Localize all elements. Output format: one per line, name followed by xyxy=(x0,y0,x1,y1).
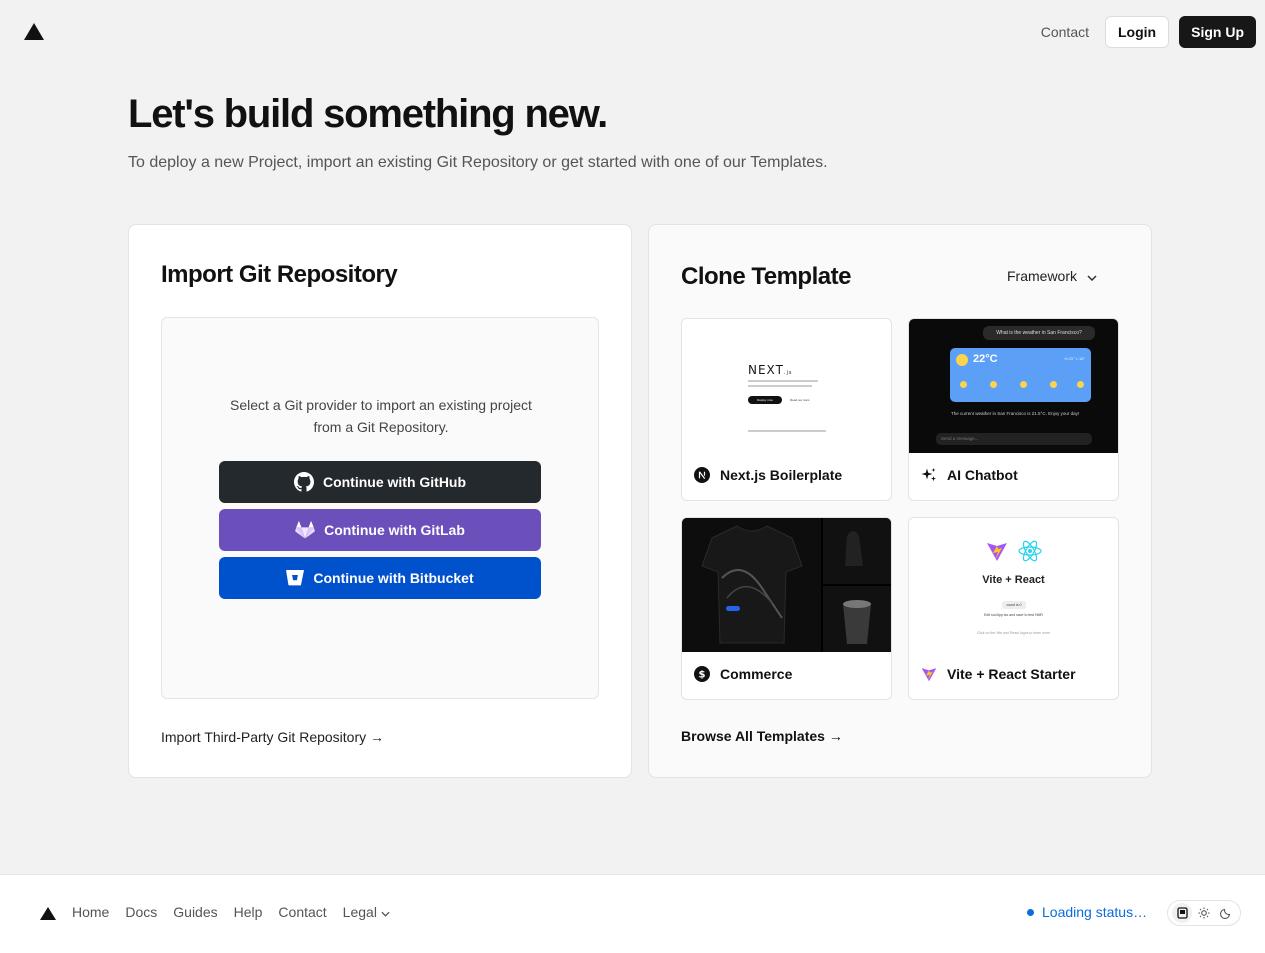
preview-weather-widget: 22°C H:23° L:18° xyxy=(950,348,1091,402)
next-logo-text: NEXT xyxy=(748,363,784,377)
signup-button[interactable]: Sign Up xyxy=(1179,16,1256,48)
nextjs-icon xyxy=(694,467,710,483)
template-card-ai-chatbot[interactable]: What is the weather in San Francisco? 22… xyxy=(908,318,1119,501)
svg-text:$: $ xyxy=(699,670,706,681)
import-prompt: Select a Git provider to import an exist… xyxy=(230,397,532,435)
login-button[interactable]: Login xyxy=(1105,16,1170,48)
template-label: AI Chatbot xyxy=(921,467,1018,483)
sparkle-icon xyxy=(921,467,937,483)
page-title: Let's build something new. xyxy=(128,92,608,136)
gitlab-icon xyxy=(295,521,315,539)
preview-product-side-2 xyxy=(823,586,891,652)
nextjs-preview: NEXT.js Deploy now Read our docs xyxy=(682,319,891,453)
react-logo-icon xyxy=(1017,540,1043,567)
sun-icon xyxy=(960,381,967,388)
preview-line xyxy=(748,385,812,387)
dollar-icon: $ xyxy=(694,666,710,682)
page-subtitle: To deploy a new Project, import an exist… xyxy=(128,154,828,171)
weather-hilo: H:23° L:18° xyxy=(1064,356,1085,361)
contact-link[interactable]: Contact xyxy=(1035,24,1095,40)
continue-github-button[interactable]: Continue with GitHub xyxy=(219,461,541,503)
preview-deploy-button: Deploy now xyxy=(748,396,782,404)
clone-template-card: Clone Template Framework NEXT.js Deploy … xyxy=(648,224,1152,778)
sun-icon xyxy=(1077,381,1084,388)
sun-icon xyxy=(1050,381,1057,388)
cup-image xyxy=(843,600,871,644)
template-label-text: AI Chatbot xyxy=(947,467,1018,483)
footer-link-home[interactable]: Home xyxy=(72,904,109,920)
preview-product-side-1 xyxy=(823,518,891,584)
bitbucket-button-label: Continue with Bitbucket xyxy=(313,570,474,586)
import-card-title: Import Git Repository xyxy=(161,261,398,288)
preview-footer-line xyxy=(748,430,826,432)
status-dot-icon xyxy=(1027,908,1034,916)
browse-all-templates-link[interactable]: Browse All Templates → xyxy=(681,728,843,744)
template-label: Next.js Boilerplate xyxy=(694,467,842,483)
nav-actions: Contact Login Sign Up xyxy=(1035,16,1256,48)
footer-legal-dropdown[interactable]: Legal xyxy=(343,904,390,920)
footer-link-contact[interactable]: Contact xyxy=(278,904,326,920)
sun-icon xyxy=(990,381,997,388)
template-card-vite-react[interactable]: Vite + React count is 0 Edit src/App.tsx… xyxy=(908,517,1119,700)
template-label: Vite + React Starter xyxy=(921,666,1076,682)
clone-card-title: Clone Template xyxy=(681,263,851,290)
chevron-down-icon xyxy=(1087,268,1097,284)
git-provider-box: Select a Git provider to import an exist… xyxy=(161,317,599,699)
template-label-text: Next.js Boilerplate xyxy=(720,467,843,483)
preview-chat-input: Send a message... xyxy=(936,433,1092,445)
dark-theme-icon[interactable] xyxy=(1216,903,1236,923)
vite-logo-icon xyxy=(986,540,1008,567)
preview-user-message: What is the weather in San Francisco? xyxy=(983,326,1095,340)
sun-icon xyxy=(1020,381,1027,388)
template-label-text: Commerce xyxy=(720,666,793,682)
preview-line xyxy=(748,380,818,382)
ai-chatbot-preview: What is the weather in San Francisco? 22… xyxy=(909,319,1118,453)
price-tag xyxy=(726,606,740,611)
framework-label: Framework xyxy=(1007,268,1078,284)
light-theme-icon[interactable] xyxy=(1194,903,1214,923)
continue-bitbucket-button[interactable]: Continue with Bitbucket xyxy=(219,557,541,599)
preview-edit-text: Edit src/App.tsx and save to test HMR xyxy=(984,613,1043,617)
legal-label: Legal xyxy=(342,904,377,920)
status-text: Loading status… xyxy=(1042,904,1148,920)
vite-icon xyxy=(921,666,937,682)
framework-dropdown[interactable]: Framework xyxy=(1007,268,1097,284)
sun-icon xyxy=(956,354,968,366)
preview-docs-link: Read our docs xyxy=(790,398,810,402)
github-icon xyxy=(293,472,314,492)
preview-product-main xyxy=(682,518,821,652)
import-git-card: Import Git Repository Select a Git provi… xyxy=(128,224,632,778)
top-navigation: Contact Login Sign Up xyxy=(0,0,1265,64)
vercel-logo-icon[interactable] xyxy=(40,907,56,920)
template-card-commerce[interactable]: $ Commerce xyxy=(681,517,892,700)
template-label-text: Vite + React Starter xyxy=(947,666,1076,682)
footer-link-docs[interactable]: Docs xyxy=(125,904,157,920)
bag-image xyxy=(845,531,863,566)
github-button-label: Continue with GitHub xyxy=(322,474,467,490)
status-indicator[interactable]: Loading status… xyxy=(1027,904,1147,920)
bitbucket-icon xyxy=(286,570,305,586)
theme-switcher xyxy=(1167,900,1241,926)
template-card-nextjs[interactable]: NEXT.js Deploy now Read our docs Next.js… xyxy=(681,318,892,501)
vercel-logo-icon[interactable] xyxy=(24,23,44,40)
commerce-preview xyxy=(682,518,891,652)
preview-vite-title: Vite + React xyxy=(982,574,1045,586)
tshirt-image xyxy=(701,525,803,644)
footer-links: Home Docs Guides Help Contact Legal xyxy=(72,904,390,920)
weather-temp: 22°C xyxy=(973,353,998,365)
gitlab-button-label: Continue with GitLab xyxy=(324,522,465,538)
preview-bot-message: The current weather in San Francisco is … xyxy=(951,411,1080,416)
preview-click-text: Click on the Vite and React logos to lea… xyxy=(976,631,1051,635)
vite-react-preview: Vite + React count is 0 Edit src/App.tsx… xyxy=(909,518,1118,652)
template-label: $ Commerce xyxy=(694,666,792,682)
import-third-party-link[interactable]: Import Third-Party Git Repository → xyxy=(161,729,384,745)
continue-gitlab-button[interactable]: Continue with GitLab xyxy=(219,509,541,551)
preview-count-button: count is 0 xyxy=(1002,601,1026,609)
footer-link-help[interactable]: Help xyxy=(234,904,263,920)
chevron-down-icon xyxy=(381,904,390,920)
system-theme-icon[interactable] xyxy=(1172,903,1192,923)
footer: Home Docs Guides Help Contact Legal Load… xyxy=(0,874,1265,953)
next-logo-sub: .js xyxy=(783,370,793,376)
footer-link-guides[interactable]: Guides xyxy=(173,904,217,920)
